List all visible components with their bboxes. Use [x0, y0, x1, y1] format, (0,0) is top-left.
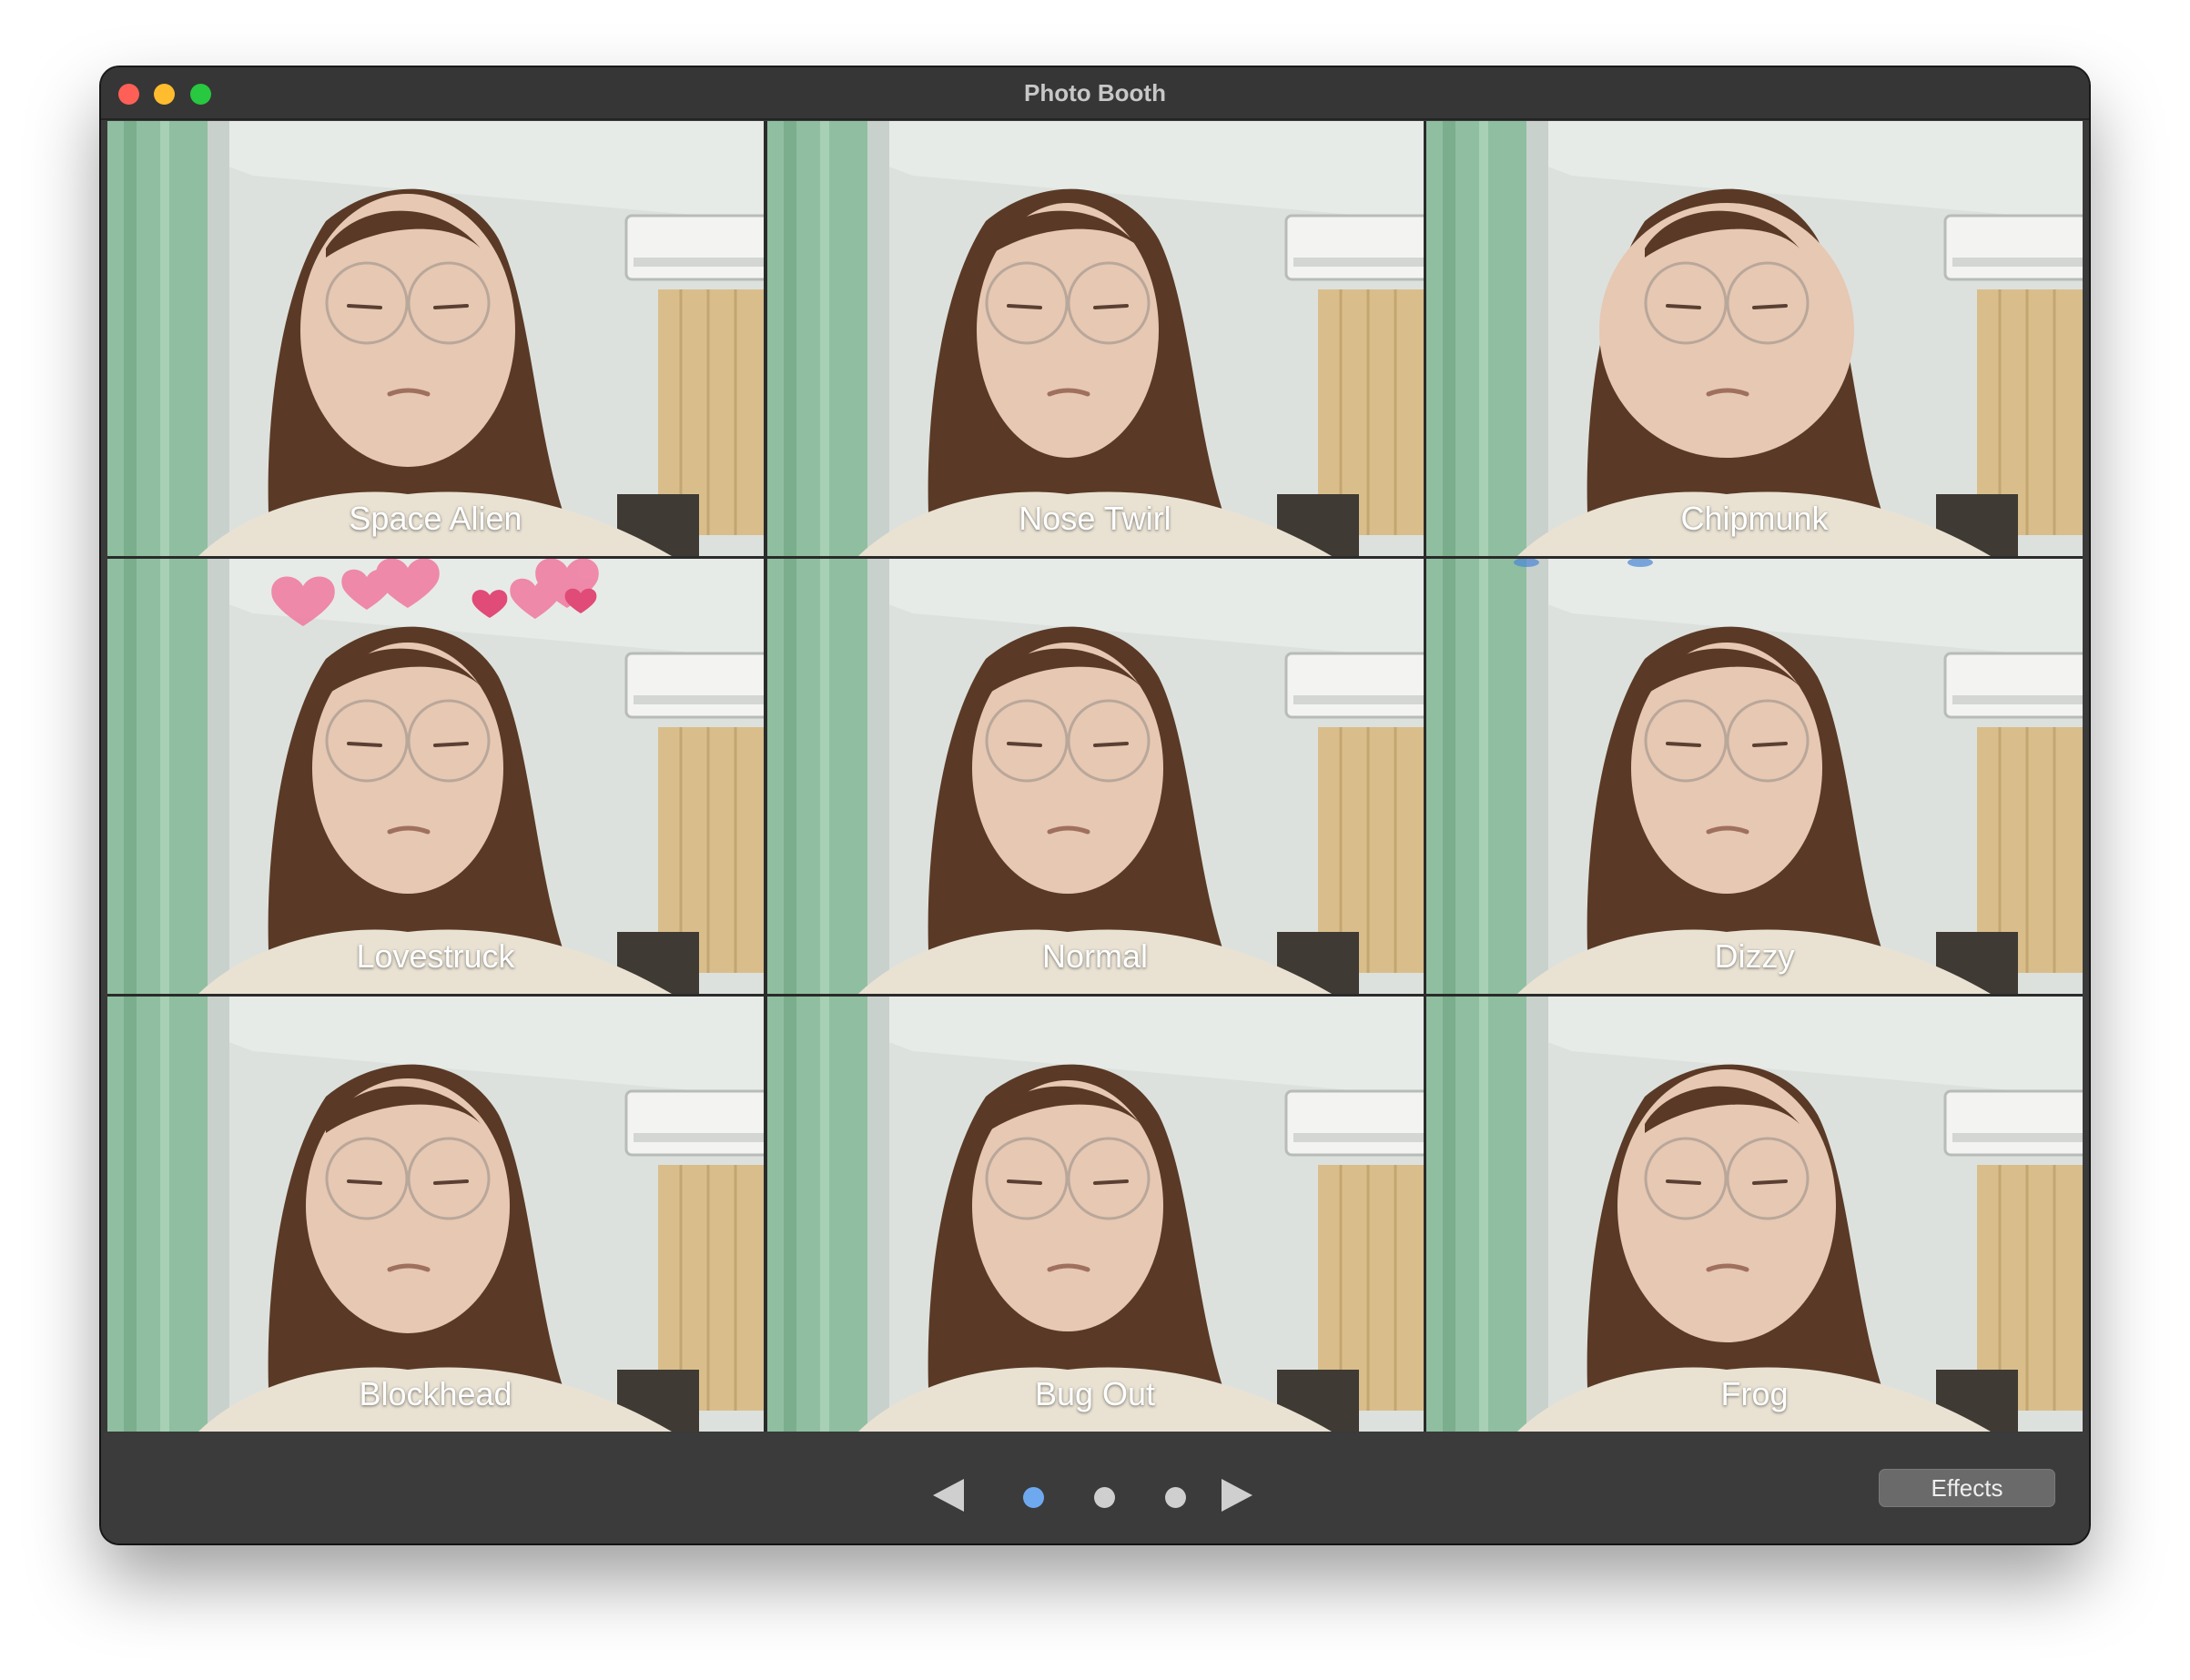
effect-label: Lovestruck: [356, 937, 515, 975]
camera-preview: [107, 121, 764, 556]
title-bar[interactable]: Photo Booth: [101, 67, 2089, 120]
effect-label: Nose Twirl: [1019, 500, 1171, 537]
camera-preview: [1426, 121, 2083, 556]
effect-label: Blockhead: [359, 1375, 512, 1412]
effect-label: Normal: [1041, 937, 1148, 975]
camera-preview: [1426, 997, 2083, 1432]
window-title: Photo Booth: [1024, 79, 1166, 106]
camera-preview: [107, 997, 764, 1432]
effect-tile-lovestruck[interactable]: Lovestruck: [107, 559, 764, 994]
effect-tile-nose-twirl[interactable]: Nose Twirl: [766, 121, 1424, 556]
effect-tile-normal[interactable]: Normal: [766, 559, 1424, 994]
camera-preview: [107, 559, 764, 994]
effect-tile-blockhead[interactable]: Blockhead: [107, 997, 764, 1432]
effect-label: Chipmunk: [1680, 500, 1829, 537]
effect-tile-frog[interactable]: Frog: [1426, 997, 2083, 1432]
effects-grid: Space Alien Nose Twirl Chipmunk Lovestru…: [107, 121, 2083, 1432]
camera-preview: [766, 559, 1424, 994]
camera-preview: [766, 121, 1424, 556]
effects-button[interactable]: Effects: [1879, 1469, 2055, 1507]
bottom-toolbar: Effects: [101, 1433, 2089, 1543]
page-dot-1[interactable]: [1023, 1487, 1044, 1508]
previous-page-icon[interactable]: [933, 1479, 964, 1512]
camera-preview: [1426, 559, 2083, 994]
effect-label: Frog: [1720, 1375, 1789, 1412]
effect-tile-bug-out[interactable]: Bug Out: [766, 997, 1424, 1432]
page-dot-2[interactable]: [1094, 1487, 1115, 1508]
effect-tile-space-alien[interactable]: Space Alien: [107, 121, 764, 556]
effect-tile-dizzy[interactable]: Dizzy: [1426, 559, 2083, 994]
next-page-icon[interactable]: [1222, 1479, 1252, 1512]
effect-label: Dizzy: [1714, 937, 1795, 975]
camera-preview: [766, 997, 1424, 1432]
effect-label: Bug Out: [1034, 1375, 1156, 1412]
effect-label: Space Alien: [349, 500, 522, 537]
effect-tile-chipmunk[interactable]: Chipmunk: [1426, 121, 2083, 556]
page-dot-3[interactable]: [1165, 1487, 1186, 1508]
photo-booth-window: Photo Booth Space Alien Nose Twirl Chipm…: [101, 67, 2089, 1543]
